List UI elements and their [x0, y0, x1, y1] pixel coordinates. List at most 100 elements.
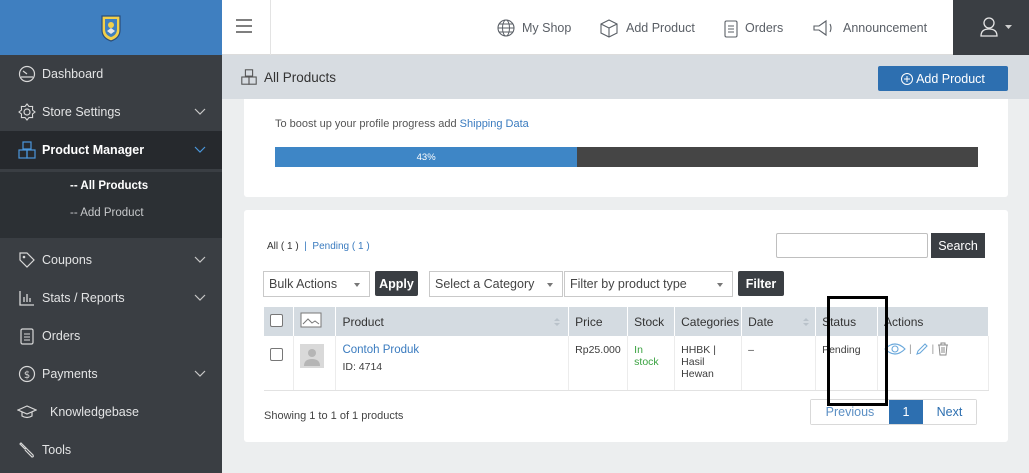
column-header-label: Stock: [634, 314, 665, 329]
product-placeholder-icon[interactable]: [300, 344, 325, 368]
column-header-date[interactable]: Date: [741, 307, 817, 336]
topbar-divider: [270, 0, 271, 55]
action-separator: |: [908, 342, 912, 355]
products-card: All ( 1 ) | Pending ( 1 ) Search Bulk Ac…: [244, 210, 1008, 442]
status-cell: Pending: [815, 336, 879, 391]
add-product-link[interactable]: Add Product: [598, 0, 695, 55]
filter-all[interactable]: All ( 1 ): [267, 241, 299, 252]
product-name-link[interactable]: Contoh Produk: [342, 344, 419, 356]
previous-page-button[interactable]: Previous: [811, 400, 889, 424]
sidebar-item-dashboard[interactable]: Dashboard: [0, 55, 222, 93]
select-all-checkbox[interactable]: [270, 313, 283, 327]
view-eye-icon[interactable]: [884, 342, 906, 356]
column-header-label: Price: [575, 314, 603, 329]
add-product-button-label: Add Product: [916, 71, 985, 86]
column-header-label: Product: [342, 314, 384, 329]
progress-percent: 43%: [416, 151, 436, 163]
date-cell: –: [741, 336, 817, 391]
bulk-actions-value: Bulk Actions: [269, 277, 338, 291]
column-header-status: Status: [815, 307, 879, 336]
sidebar: Dashboard Store Settings Product Manager…: [0, 55, 222, 473]
sidebar-item-store-settings[interactable]: Store Settings: [0, 93, 222, 131]
progress-prefix: To boost up your profile progress add: [275, 118, 460, 130]
caret-down-icon: [354, 283, 360, 287]
tag-icon: [19, 252, 35, 268]
search-button[interactable]: Search: [931, 233, 985, 258]
image-icon: [300, 312, 322, 328]
announcement-link[interactable]: Announcement: [811, 0, 927, 55]
sidebar-item-payments[interactable]: $ Payments: [0, 355, 222, 393]
stock-cell: In stock: [627, 336, 676, 391]
column-header-label: Categories: [681, 314, 740, 329]
price-cell: Rp25.000: [568, 336, 629, 391]
category-select[interactable]: Select a Category: [429, 271, 563, 297]
row-checkbox[interactable]: [270, 348, 283, 361]
shipping-data-link[interactable]: Shipping Data: [460, 118, 529, 130]
my-shop-link[interactable]: My Shop: [496, 0, 571, 55]
chevron-down-icon: [194, 370, 206, 377]
image-column-header: [293, 307, 337, 336]
page-1-button[interactable]: 1: [889, 400, 923, 424]
column-header-stock: Stock: [627, 307, 676, 336]
column-header-label: Status: [822, 314, 857, 329]
chevron-down-icon: [1005, 25, 1012, 29]
page-title-text: All Products: [264, 69, 337, 85]
sidebar-item-label: Product Manager: [42, 143, 145, 157]
sidebar-item-tools[interactable]: Tools: [0, 431, 222, 469]
submenu-all-products[interactable]: -- All Products: [70, 180, 148, 192]
caret-down-icon: [717, 283, 723, 287]
apply-button[interactable]: Apply: [375, 271, 418, 296]
sidebar-item-coupons[interactable]: Coupons: [0, 241, 222, 279]
graduation-cap-icon: [17, 405, 37, 419]
column-header-actions: Actions: [877, 307, 989, 336]
filter-separator: |: [304, 241, 307, 252]
caret-down-icon: [547, 283, 553, 287]
edit-pencil-icon[interactable]: [915, 342, 929, 356]
chevron-down-icon: [194, 108, 206, 115]
plus-circle-icon: [901, 72, 914, 85]
sidebar-item-knowledgebase[interactable]: Knowledgebase: [0, 393, 222, 431]
sidebar-item-product-manager[interactable]: Product Manager: [0, 131, 222, 169]
progress-bar: 43%: [275, 147, 978, 167]
orders-link[interactable]: Orders: [723, 0, 783, 55]
filter-button[interactable]: Filter: [738, 271, 784, 296]
product-type-select[interactable]: Filter by product type: [564, 271, 733, 297]
sidebar-item-label: Stats / Reports: [42, 291, 125, 305]
clipboard-icon: [20, 328, 34, 345]
chevron-down-icon: [194, 256, 206, 263]
add-product-button[interactable]: Add Product: [878, 66, 1008, 91]
sidebar-item-stats-reports[interactable]: Stats / Reports: [0, 279, 222, 317]
progress-bar-fill: 43%: [275, 147, 578, 167]
filter-pending[interactable]: Pending ( 1 ): [312, 241, 369, 252]
showing-count: Showing 1 to 1 of 1 products: [264, 410, 404, 422]
categories-cell: HHBK | Hasil Hewan: [674, 336, 743, 391]
hamburger-menu-icon[interactable]: [234, 16, 254, 36]
gear-icon: [18, 103, 36, 121]
bulk-actions-select[interactable]: Bulk Actions: [263, 271, 370, 297]
column-header-product[interactable]: Product: [335, 307, 570, 336]
wrench-icon: [19, 442, 34, 458]
filter-all-count: ( 1 ): [280, 241, 299, 252]
stock-status-line: stock: [634, 356, 659, 368]
search-input[interactable]: [776, 233, 928, 258]
delete-trash-icon[interactable]: [937, 342, 949, 356]
sidebar-item-label: Store Settings: [42, 105, 121, 119]
filter-pending-label: Pending: [312, 241, 350, 252]
sidebar-item-orders[interactable]: Orders: [0, 317, 222, 355]
product-id: ID: 4714: [342, 361, 383, 373]
box-icon: [600, 18, 618, 38]
category-line: Hasil: [681, 356, 705, 369]
next-page-button[interactable]: Next: [923, 400, 976, 424]
pagination: Previous 1 Next: [810, 399, 977, 425]
dashboard-icon: [18, 65, 36, 83]
logo-tile[interactable]: [0, 0, 222, 55]
my-shop-label: My Shop: [522, 20, 572, 35]
category-line: Hewan: [681, 368, 714, 381]
user-menu[interactable]: [953, 0, 1029, 55]
announcement-label: Announcement: [843, 20, 928, 35]
column-header-price: Price: [568, 307, 629, 336]
profile-progress-card: To boost up your profile progress add Sh…: [244, 99, 1008, 197]
clipboard-icon: [724, 19, 738, 38]
submenu-add-product[interactable]: -- Add Product: [70, 207, 144, 219]
row-select-cell: [264, 336, 295, 391]
